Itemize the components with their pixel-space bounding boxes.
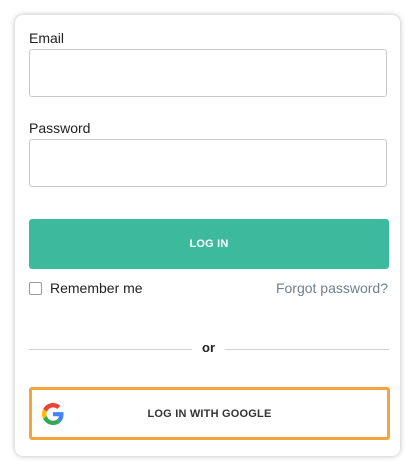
password-label: Password [29,120,91,136]
divider-line-left [29,349,192,350]
google-button-label[interactable]: LOG IN WITH GOOGLE [32,408,387,420]
email-field[interactable] [29,49,387,97]
login-card: Email Password LOG IN Remember me Forgot… [15,15,400,456]
login-button[interactable]: LOG IN [29,219,389,269]
google-g-icon [42,403,64,425]
email-label: Email [29,30,65,46]
password-field[interactable] [29,139,387,187]
divider-or-text: or [202,340,215,355]
divider-line-right [225,349,389,350]
remember-me-label[interactable]: Remember me [50,280,143,296]
remember-me-checkbox-row[interactable]: Remember me [29,280,143,296]
remember-me-checkbox[interactable] [29,281,42,295]
login-with-google-button[interactable]: LOG IN WITH GOOGLE [29,387,390,440]
forgot-password-link[interactable]: Forgot password? [276,280,388,296]
